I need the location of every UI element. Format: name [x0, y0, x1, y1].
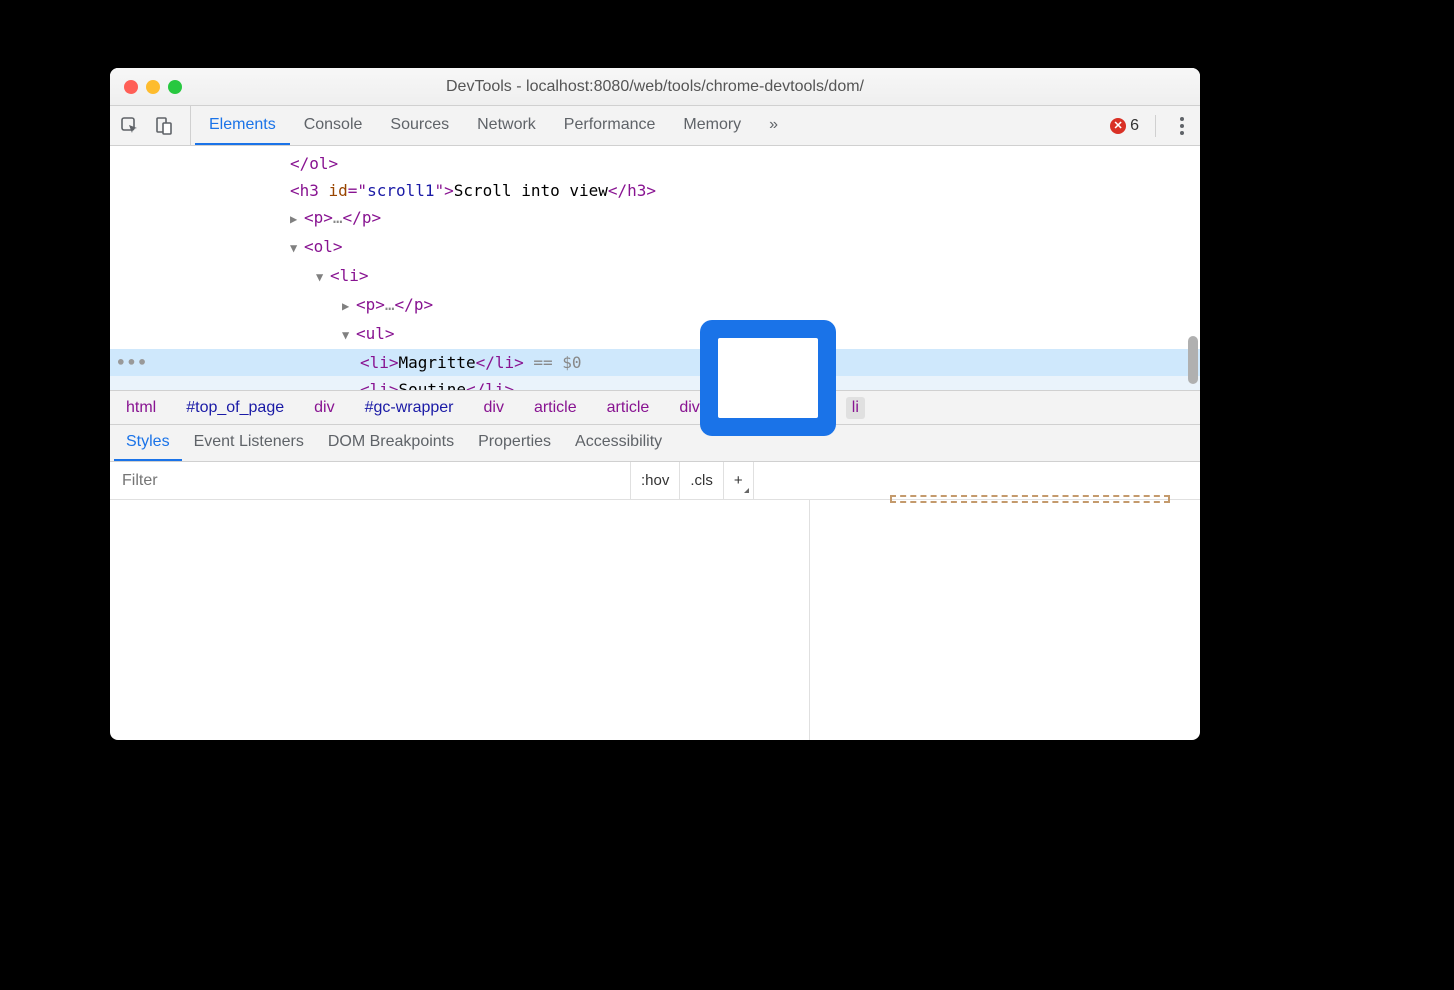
crumb-div[interactable]: div	[478, 397, 510, 419]
toolbar-divider	[1155, 115, 1156, 137]
gutter-actions-icon[interactable]: •••	[116, 349, 148, 376]
dom-node-selected[interactable]: •••<li>Magritte</li> == $0	[110, 349, 1200, 376]
subtab-styles[interactable]: Styles	[114, 425, 182, 461]
computed-pane[interactable]	[810, 500, 1200, 740]
subtab-accessibility[interactable]: Accessibility	[563, 425, 674, 461]
subtab-dom-breakpoints[interactable]: DOM Breakpoints	[316, 425, 466, 461]
tab-performance[interactable]: Performance	[550, 106, 670, 145]
dom-node[interactable]: ▼<ul>	[110, 320, 1200, 349]
dom-node[interactable]: ▶<p>…</p>	[110, 291, 1200, 320]
dom-tree[interactable]: </ol> <h3 id="scroll1">Scroll into view<…	[110, 146, 1200, 390]
close-window-button[interactable]	[124, 80, 138, 94]
collapse-toggle-icon[interactable]: ▼	[290, 235, 304, 262]
tab-memory[interactable]: Memory	[669, 106, 755, 145]
dom-node[interactable]: ▶<p>…</p>	[110, 204, 1200, 233]
selected-node-marker: == $0	[524, 353, 582, 372]
settings-menu-icon[interactable]	[1172, 116, 1192, 136]
elements-panel: </ol> <h3 id="scroll1">Scroll into view<…	[110, 146, 1200, 740]
window-title: DevTools - localhost:8080/web/tools/chro…	[110, 78, 1200, 96]
crumb-article[interactable]: article	[601, 397, 656, 419]
expand-toggle-icon[interactable]: ▶	[342, 293, 356, 320]
panel-tabs: Elements Console Sources Network Perform…	[195, 106, 1098, 145]
subtab-properties[interactable]: Properties	[466, 425, 563, 461]
styles-rules-pane[interactable]	[110, 500, 810, 740]
crumb-html[interactable]: html	[120, 397, 162, 419]
device-toolbar-icon[interactable]	[152, 114, 176, 138]
dom-node[interactable]: ▼<ol>	[110, 233, 1200, 262]
tab-console[interactable]: Console	[290, 106, 377, 145]
titlebar: DevTools - localhost:8080/web/tools/chro…	[110, 68, 1200, 106]
box-model-outline	[890, 495, 1170, 503]
traffic-lights	[124, 80, 182, 94]
tab-elements[interactable]: Elements	[195, 106, 290, 145]
annotation-highlight-box	[700, 320, 836, 436]
inspect-element-icon[interactable]	[118, 114, 142, 138]
main-toolbar: Elements Console Sources Network Perform…	[110, 106, 1200, 146]
toggle-hover-button[interactable]: :hov	[631, 462, 680, 499]
tab-network[interactable]: Network	[463, 106, 550, 145]
tab-sources[interactable]: Sources	[376, 106, 463, 145]
dom-breadcrumb: html #top_of_page div #gc-wrapper div ar…	[110, 390, 1200, 424]
dom-node[interactable]: <h3 id="scroll1">Scroll into view</h3>	[110, 177, 1200, 204]
expand-toggle-icon[interactable]: ▶	[290, 206, 304, 233]
devtools-window: DevTools - localhost:8080/web/tools/chro…	[110, 68, 1200, 740]
minimize-window-button[interactable]	[146, 80, 160, 94]
collapse-toggle-icon[interactable]: ▼	[316, 264, 330, 291]
toggle-classes-button[interactable]: .cls	[680, 462, 724, 499]
zoom-window-button[interactable]	[168, 80, 182, 94]
sidebar-tabs: Styles Event Listeners DOM Breakpoints P…	[110, 424, 1200, 462]
dom-node[interactable]: ▼<li>	[110, 262, 1200, 291]
styles-body	[110, 500, 1200, 740]
dom-node[interactable]: <li>Soutine</li>	[110, 376, 1200, 390]
new-style-rule-button[interactable]: +	[724, 462, 754, 499]
error-count: 6	[1130, 117, 1139, 135]
subtab-event-listeners[interactable]: Event Listeners	[182, 425, 316, 461]
crumb-div[interactable]: div	[308, 397, 340, 419]
scrollbar-thumb[interactable]	[1188, 336, 1198, 384]
crumb-li-current[interactable]: li	[846, 397, 865, 419]
collapse-toggle-icon[interactable]: ▼	[342, 322, 356, 349]
tab-overflow[interactable]: »	[755, 106, 792, 145]
error-icon: ✕	[1110, 118, 1126, 134]
crumb-top-of-page[interactable]: #top_of_page	[180, 397, 290, 419]
crumb-gc-wrapper[interactable]: #gc-wrapper	[359, 397, 460, 419]
styles-filter-input[interactable]	[110, 462, 630, 499]
dom-node[interactable]: </ol>	[110, 150, 1200, 177]
error-count-badge[interactable]: ✕ 6	[1110, 117, 1139, 135]
crumb-article[interactable]: article	[528, 397, 583, 419]
